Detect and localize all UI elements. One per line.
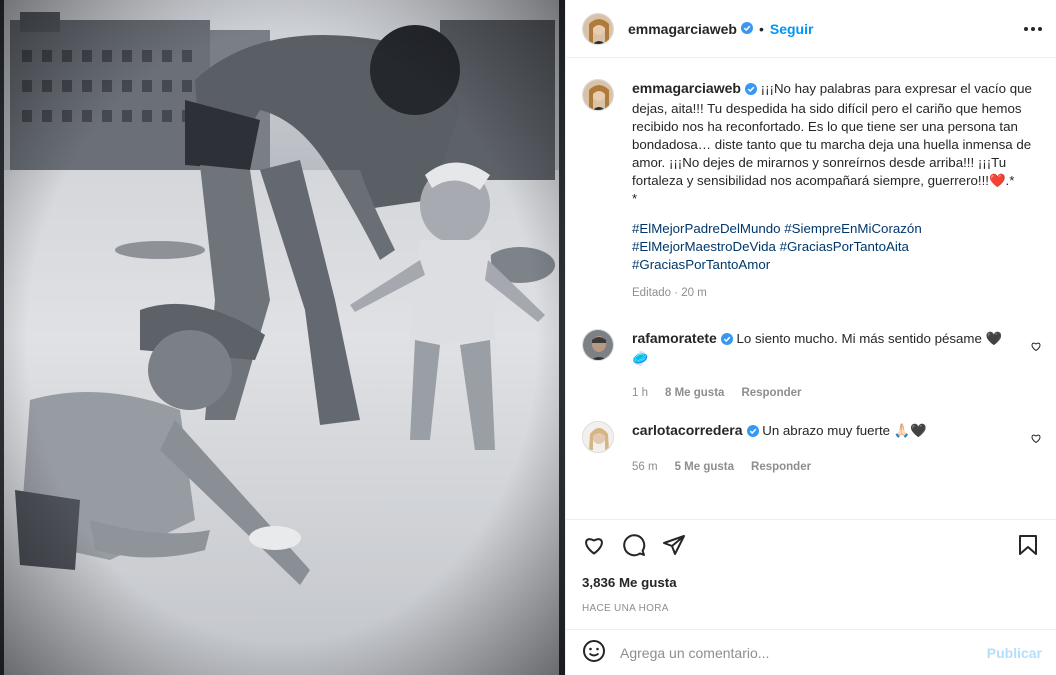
comment-item: carlotacorredera Un abrazo muy fuerte 🙏🏻… [582, 421, 1042, 473]
post-photo[interactable] [0, 0, 565, 675]
caption-username[interactable]: emmagarciaweb [632, 80, 741, 96]
post-actions: 3,836 Me gusta HACE UNA HORA [566, 519, 1056, 629]
hashtag-line[interactable]: #ElMejorPadreDelMundo #SiempreEnMiCorazó… [632, 220, 1040, 238]
caption-end: * [632, 191, 638, 206]
author-username[interactable]: emmagarciaweb [628, 21, 737, 37]
commenter-username[interactable]: rafamoratete [632, 330, 717, 346]
comment-time: 1 h [632, 387, 648, 399]
likes-count[interactable]: 3,836 Me gusta [582, 575, 1040, 590]
post-time: HACE UNA HORA [582, 603, 669, 614]
caption-text: emmagarciaweb ¡¡¡No hay palabras para ex… [632, 79, 1040, 208]
emoji-icon[interactable] [582, 639, 606, 666]
follow-button[interactable]: Seguir [770, 21, 814, 37]
comment-likes[interactable]: 8 Me gusta [665, 387, 724, 399]
heart-icon[interactable] [1030, 431, 1042, 447]
verified-icon [746, 424, 759, 442]
comments-area: emmagarciaweb ¡¡¡No hay palabras para ex… [566, 59, 1056, 519]
beach-photo-illustration [0, 0, 565, 675]
caption-body: ¡¡¡No hay palabras para expresar el vací… [632, 81, 1032, 188]
comment-time: 56 m [632, 461, 658, 473]
comment-icon[interactable] [622, 533, 646, 560]
bookmark-icon[interactable] [1016, 533, 1040, 560]
commenter-avatar[interactable] [582, 421, 614, 453]
verified-icon [744, 82, 757, 100]
caption-avatar[interactable] [582, 79, 614, 111]
more-icon[interactable] [1024, 26, 1042, 31]
post-header: emmagarciaweb • Seguir [566, 0, 1056, 58]
comment-extra: 🥏 [632, 351, 649, 366]
hashtag-line[interactable]: #GraciasPorTantoAmor [632, 256, 1040, 274]
heart-icon[interactable] [582, 533, 606, 560]
verified-icon [720, 332, 733, 350]
edited-label: Editado · 20 m [632, 287, 707, 299]
hashtags: #ElMejorPadreDelMundo #SiempreEnMiCorazó… [632, 220, 1040, 274]
comment-likes[interactable]: 5 Me gusta [675, 461, 734, 473]
commenter-username[interactable]: carlotacorredera [632, 422, 743, 438]
commenter-avatar[interactable] [582, 329, 614, 361]
hashtag-line[interactable]: #ElMejorMaestroDeVida #GraciasPorTantoAi… [632, 238, 1040, 256]
comment-text: Lo siento mucho. Mi más sentido pésame 🖤 [736, 331, 1003, 346]
post-sidebar: emmagarciaweb • Seguir emmagarciaweb ¡¡¡… [565, 0, 1056, 675]
caption-block: emmagarciaweb ¡¡¡No hay palabras para ex… [582, 79, 1042, 299]
reply-button[interactable]: Responder [751, 461, 811, 473]
reply-button[interactable]: Responder [741, 387, 801, 399]
publish-button[interactable]: Publicar [987, 645, 1042, 661]
author-avatar[interactable] [582, 12, 614, 45]
add-comment-bar: Publicar [566, 629, 1056, 675]
comment-text: Un abrazo muy fuerte 🙏🏻🖤 [762, 423, 927, 438]
separator-dot: • [758, 20, 764, 37]
comment-item: rafamoratete Lo siento mucho. Mi más sen… [582, 329, 1042, 399]
heart-icon[interactable] [1030, 339, 1042, 355]
verified-icon [740, 21, 753, 37]
comment-input[interactable] [620, 644, 987, 661]
share-icon[interactable] [662, 533, 686, 560]
